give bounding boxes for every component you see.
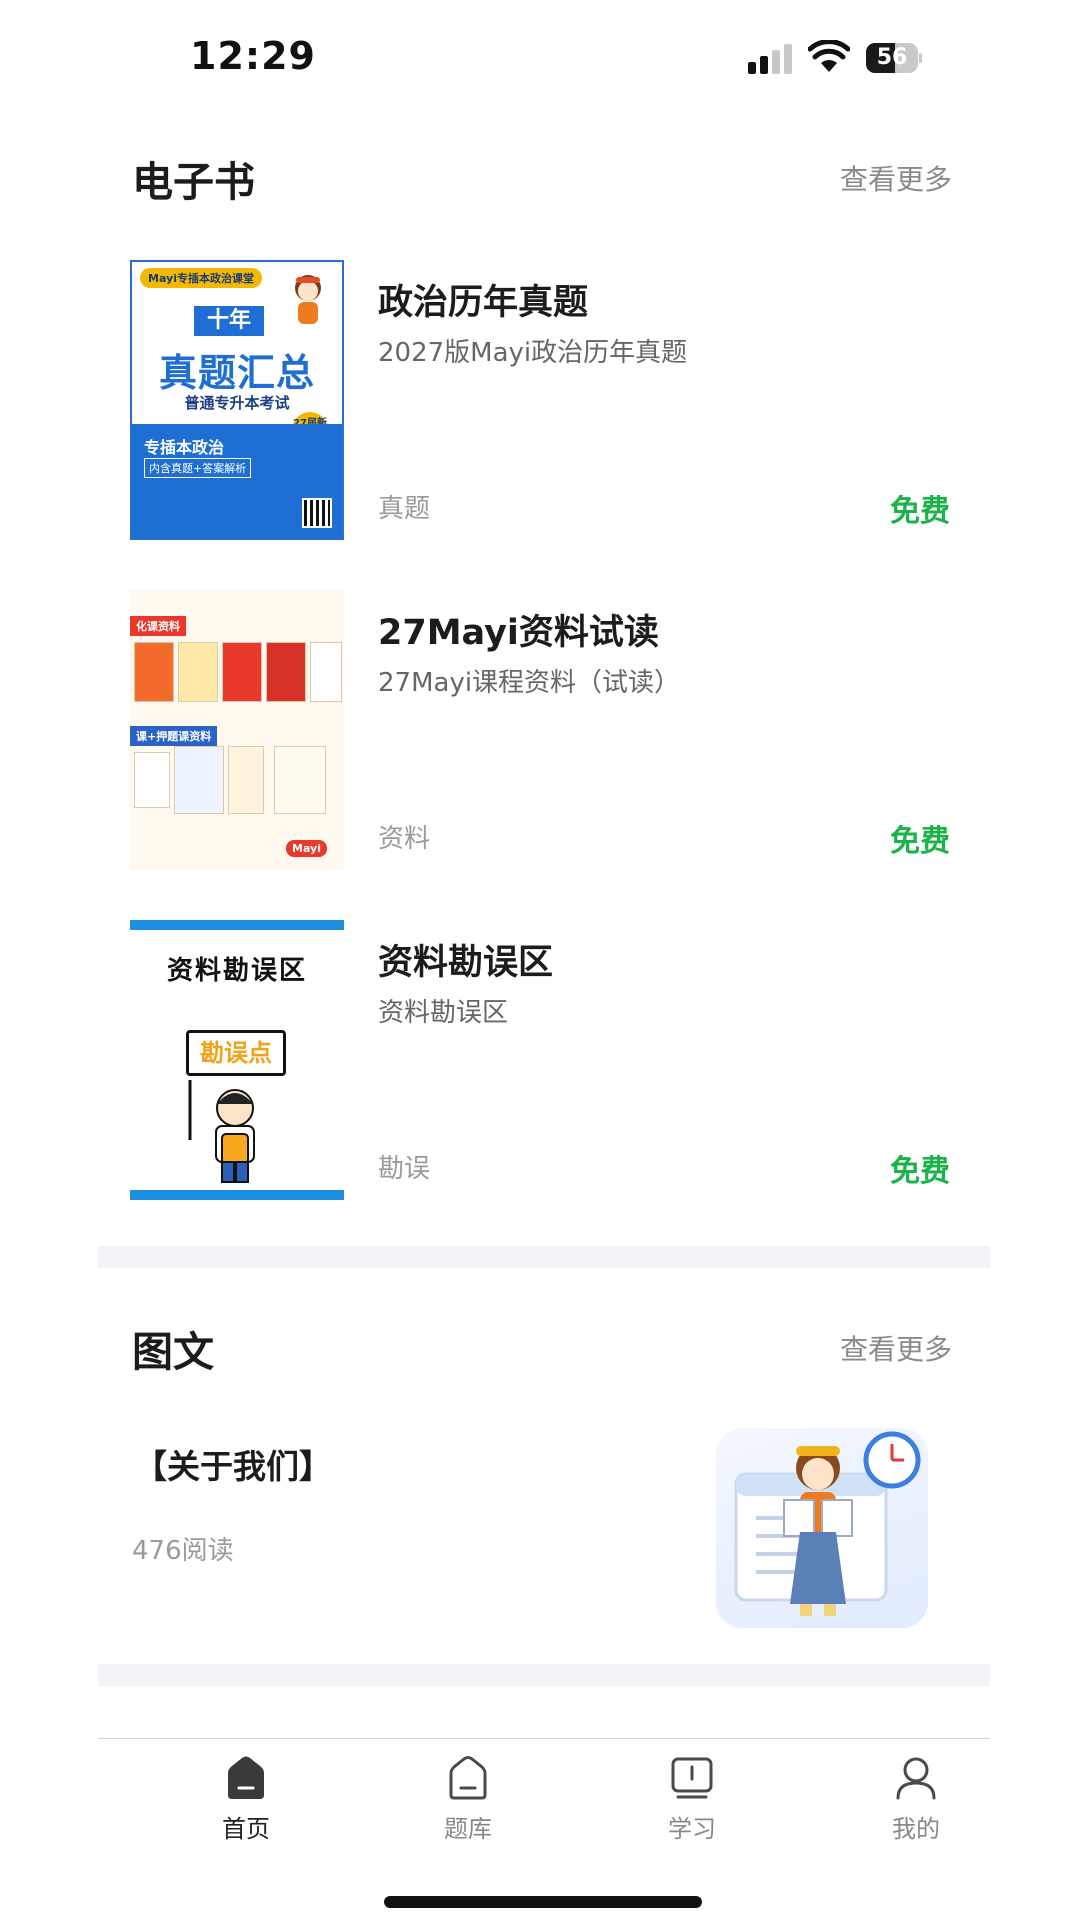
article-title: 【关于我们】 (134, 1447, 332, 1486)
tab-home[interactable]: 首页 (186, 1755, 306, 1845)
tab-label: 我的 (892, 1815, 940, 1843)
ebook-more-link[interactable]: 查看更多 (840, 158, 952, 198)
ebook-subtitle: 2027版Mayi政治历年真题 (378, 338, 688, 368)
section-separator (98, 1246, 990, 1268)
cover-note: 内含真题+答案解析 (144, 458, 252, 478)
wifi-icon (808, 40, 850, 72)
cover-brand-pill: Mayi专插本政治课堂 (140, 268, 262, 288)
cover-year: 十年 (194, 306, 264, 336)
section-separator (98, 1664, 990, 1686)
ebook-tag: 勘误 (378, 1154, 431, 1184)
ebook-title: 政治历年真题 (378, 283, 589, 323)
ebook-price: 免费 (890, 1154, 950, 1189)
ebook-cover: 资料勘误区 勘误点 (130, 920, 344, 1200)
bottom-tab-bar: 首页 题库 学习 我的 (98, 1738, 990, 1848)
cartoon-boy-icon (188, 1080, 255, 1183)
ebook-item[interactable]: Mayi专插本政治课堂 十年 真题汇总 普通专升本考试 27届新版 专插本政治 … (130, 260, 950, 545)
cartoon-girl-icon (295, 275, 321, 324)
tab-question-bank[interactable]: 题库 (408, 1755, 528, 1845)
ebook-title: 资料勘误区 (378, 943, 554, 983)
home-filled-icon (228, 1756, 264, 1799)
tab-label: 首页 (222, 1815, 270, 1843)
ebook-subtitle: 27Mayi课程资料（试读） (378, 668, 681, 698)
status-bar: 12:29 56 (0, 0, 1080, 110)
battery-icon: 56 (866, 43, 922, 73)
ebook-price: 免费 (890, 824, 950, 859)
cover-big-title: 真题汇总 (158, 351, 315, 395)
ebook-item[interactable]: 资料勘误区 勘误点 资料勘误区 资料勘误区 勘误 免费 (130, 920, 950, 1205)
battery-level: 56 (876, 45, 908, 70)
tab-study[interactable]: 学习 (632, 1755, 752, 1845)
article-more-link[interactable]: 查看更多 (840, 1328, 952, 1368)
ebook-cover: 化课资料 课+押题课资料 Mayi (130, 590, 344, 870)
home-indicator (384, 1896, 702, 1908)
monitor-icon (671, 1757, 713, 1799)
ebook-cover: Mayi专插本政治课堂 十年 真题汇总 普通专升本考试 27届新版 专插本政治 … (130, 260, 344, 540)
qr-code-icon (302, 498, 332, 528)
ebook-tag: 资料 (378, 824, 431, 854)
tab-label: 题库 (444, 1815, 492, 1843)
cover-heading: 资料勘误区 (166, 956, 307, 986)
ebook-section-title: 电子书 (132, 158, 255, 206)
cover-exam-line: 普通专升本考试 (184, 394, 290, 412)
status-time: 12:29 (190, 34, 316, 78)
ebook-title: 27Mayi资料试读 (378, 613, 659, 653)
article-read-count: 476阅读 (132, 1536, 234, 1566)
ebook-price: 免费 (890, 494, 950, 529)
user-icon (896, 1757, 936, 1800)
cover-label-mid: 课+押题课资料 (130, 726, 218, 746)
tab-label: 学习 (668, 1815, 716, 1843)
ebook-item[interactable]: 化课资料 课+押题课资料 Mayi 27Mayi资料试读 27Mayi课程资料（… (130, 590, 950, 875)
ebook-tag: 真题 (378, 494, 431, 524)
girl-with-document-icon (734, 1431, 921, 1616)
article-thumbnail (716, 1428, 928, 1628)
ebook-subtitle: 资料勘误区 (378, 998, 509, 1028)
cover-label-top: 化课资料 (130, 616, 186, 636)
home-outline-icon (449, 1756, 487, 1800)
cellular-signal-icon (748, 44, 792, 74)
cover-subject: 专插本政治 (144, 438, 225, 457)
tab-profile[interactable]: 我的 (856, 1755, 976, 1845)
article-section-title: 图文 (132, 1328, 214, 1376)
cover-sign: 勘误点 (186, 1030, 286, 1076)
